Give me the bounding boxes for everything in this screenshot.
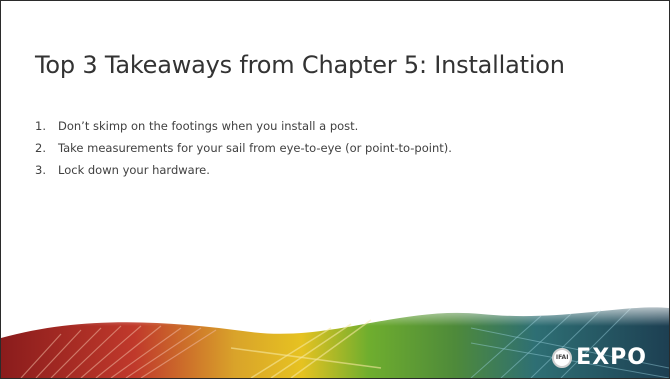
list-item: 2. Take measurements for your sail from … bbox=[35, 140, 515, 157]
list-item: 3. Lock down your hardware. bbox=[35, 162, 515, 179]
list-item-number: 3. bbox=[35, 163, 46, 177]
slide: Top 3 Takeaways from Chapter 5: Installa… bbox=[0, 0, 670, 379]
list-item-text: Don’t skimp on the footings when you ins… bbox=[58, 119, 359, 133]
list-item-number: 1. bbox=[35, 119, 46, 133]
list-item: 1. Don’t skimp on the footings when you … bbox=[35, 118, 515, 135]
slide-title: Top 3 Takeaways from Chapter 5: Installa… bbox=[35, 51, 565, 79]
logo-text: EXPO bbox=[576, 345, 647, 370]
list-item-text: Take measurements for your sail from eye… bbox=[58, 141, 452, 155]
expo-logo: IFAI EXPO bbox=[552, 345, 647, 370]
ifai-badge-icon: IFAI bbox=[552, 347, 573, 368]
list-item-number: 2. bbox=[35, 141, 46, 155]
takeaways-list: 1. Don’t skimp on the footings when you … bbox=[35, 118, 515, 184]
list-item-text: Lock down your hardware. bbox=[58, 163, 210, 177]
